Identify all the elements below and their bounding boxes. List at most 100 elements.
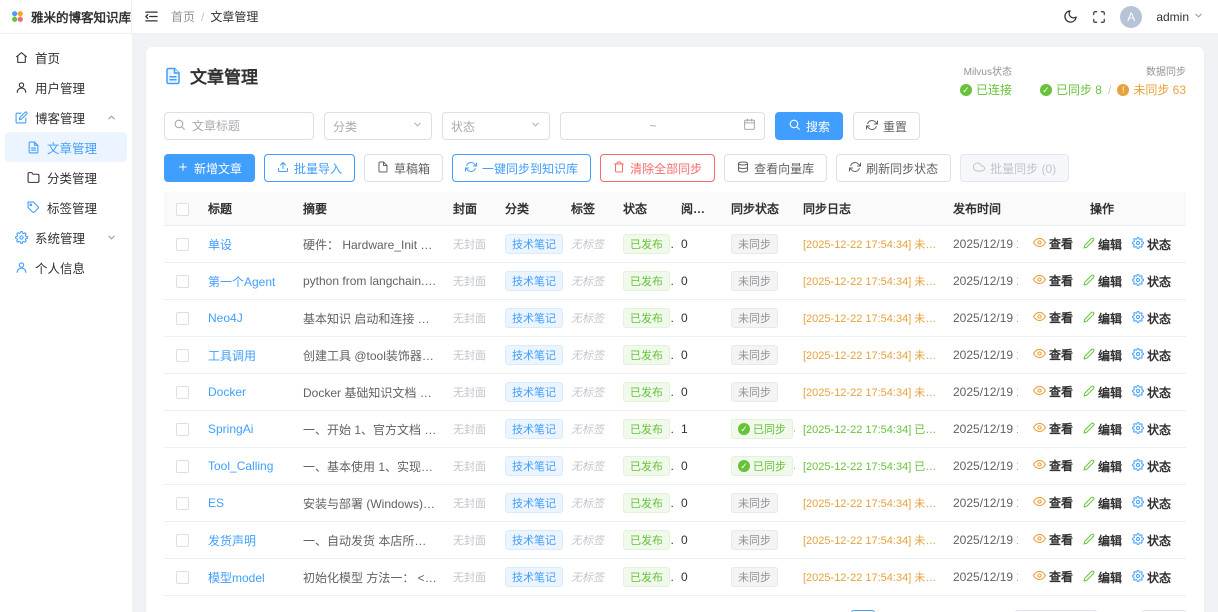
row-checkbox[interactable] bbox=[176, 423, 189, 436]
status-badge: 已发布 bbox=[623, 234, 670, 254]
row-checkbox[interactable] bbox=[176, 349, 189, 362]
read-count: 0 bbox=[673, 522, 723, 559]
drafts-button[interactable]: 草稿箱 bbox=[364, 154, 443, 182]
view-button[interactable]: 查看 bbox=[1033, 346, 1073, 363]
reset-button[interactable]: 重置 bbox=[853, 112, 920, 140]
dark-mode-toggle-icon[interactable] bbox=[1063, 9, 1078, 24]
article-title-link[interactable]: 工具调用 bbox=[208, 349, 256, 363]
edit-button[interactable]: 编辑 bbox=[1083, 347, 1122, 364]
date-range-picker[interactable]: ~ bbox=[560, 112, 765, 140]
sidebar-item-tag-mgmt[interactable]: 标签管理 bbox=[5, 192, 127, 222]
row-checkbox[interactable] bbox=[176, 460, 189, 473]
sync-log: [2025-12-22 17:54:34] 未同步 bbox=[795, 337, 945, 374]
user-menu[interactable]: admin bbox=[1156, 10, 1204, 24]
edit-icon bbox=[1083, 311, 1095, 326]
edit-button[interactable]: 编辑 bbox=[1083, 532, 1122, 549]
sidebar-item-blog-mgmt[interactable]: 博客管理 bbox=[5, 102, 127, 132]
add-article-label: 新增文章 bbox=[194, 160, 242, 177]
edit-button[interactable]: 编辑 bbox=[1083, 236, 1122, 253]
clear-sync-button[interactable]: 清除全部同步 bbox=[600, 154, 715, 182]
view-button[interactable]: 查看 bbox=[1033, 383, 1073, 400]
sidebar-item-category-mgmt[interactable]: 分类管理 bbox=[5, 162, 127, 192]
title-search-input[interactable] bbox=[192, 119, 305, 133]
edit-button[interactable]: 编辑 bbox=[1083, 569, 1122, 586]
app-title: 雅米的博客知识库 bbox=[31, 7, 131, 26]
status-button[interactable]: 状态 bbox=[1132, 569, 1171, 586]
view-button[interactable]: 查看 bbox=[1033, 420, 1073, 437]
row-checkbox[interactable] bbox=[176, 497, 189, 510]
row-checkbox[interactable] bbox=[176, 534, 189, 547]
status-button[interactable]: 状态 bbox=[1132, 458, 1171, 475]
select-all-checkbox[interactable] bbox=[176, 203, 189, 216]
row-checkbox[interactable] bbox=[176, 386, 189, 399]
sync-status-badge: 未同步 bbox=[731, 530, 778, 550]
edit-button[interactable]: 编辑 bbox=[1083, 273, 1122, 290]
status-button[interactable]: 状态 bbox=[1132, 310, 1171, 327]
gear-icon bbox=[15, 231, 28, 244]
title-search-field[interactable] bbox=[164, 112, 314, 140]
article-cover: 无封面 bbox=[445, 337, 497, 374]
sync-log: [2025-12-22 17:54:34] 未同步 bbox=[795, 300, 945, 337]
view-button[interactable]: 查看 bbox=[1033, 568, 1073, 585]
refresh-sync-button[interactable]: 刷新同步状态 bbox=[836, 154, 951, 182]
synced-count: 已同步 8 bbox=[1056, 81, 1102, 98]
view-button[interactable]: 查看 bbox=[1033, 309, 1073, 326]
edit-button[interactable]: 编辑 bbox=[1083, 310, 1122, 327]
article-title-link[interactable]: 单设 bbox=[208, 238, 232, 252]
row-checkbox[interactable] bbox=[176, 312, 189, 325]
article-title-link[interactable]: Tool_Calling bbox=[208, 459, 273, 473]
view-button[interactable]: 查看 bbox=[1033, 494, 1073, 511]
fullscreen-icon[interactable] bbox=[1092, 10, 1106, 24]
article-row: SpringAi一、开始 1、官方文档 https...无封面技术笔记无标签已发… bbox=[164, 411, 1186, 448]
search-button[interactable]: 搜索 bbox=[775, 112, 843, 140]
sidebar-item-home[interactable]: 首页 bbox=[5, 42, 127, 72]
status-button[interactable]: 状态 bbox=[1132, 347, 1171, 364]
read-count: 0 bbox=[673, 374, 723, 411]
article-title-link[interactable]: ES bbox=[208, 496, 224, 510]
edit-button[interactable]: 编辑 bbox=[1083, 421, 1122, 438]
status-button[interactable]: 状态 bbox=[1132, 532, 1171, 549]
row-checkbox[interactable] bbox=[176, 238, 189, 251]
article-title-link[interactable]: SpringAi bbox=[208, 422, 253, 436]
sidebar-item-user-mgmt[interactable]: 用户管理 bbox=[5, 72, 127, 102]
edit-button[interactable]: 编辑 bbox=[1083, 384, 1122, 401]
article-title-link[interactable]: 第一个Agent bbox=[208, 275, 275, 289]
edit-button[interactable]: 编辑 bbox=[1083, 495, 1122, 512]
calendar-icon bbox=[743, 118, 756, 134]
article-title-link[interactable]: 发货声明 bbox=[208, 534, 256, 548]
row-checkbox[interactable] bbox=[176, 275, 189, 288]
sidebar-item-system-mgmt[interactable]: 系统管理 bbox=[5, 222, 127, 252]
view-button[interactable]: 查看 bbox=[1033, 531, 1073, 548]
sync-status-badge: 未同步 bbox=[731, 234, 778, 254]
status-button[interactable]: 状态 bbox=[1132, 236, 1171, 253]
category-select[interactable]: 分类 bbox=[324, 112, 432, 140]
breadcrumb-home[interactable]: 首页 bbox=[171, 8, 195, 25]
status-select[interactable]: 状态 bbox=[442, 112, 550, 140]
status-button[interactable]: 状态 bbox=[1132, 384, 1171, 401]
article-tags: 无标签 bbox=[563, 485, 615, 522]
add-article-button[interactable]: 新增文章 bbox=[164, 154, 255, 182]
row-checkbox[interactable] bbox=[176, 571, 189, 584]
article-table-container[interactable]: 标题摘要封面分类标签状态阅读量同步状态同步日志发布时间创建时间操作 单设硬件： … bbox=[164, 192, 1186, 596]
edit-button[interactable]: 编辑 bbox=[1083, 458, 1122, 475]
status-button[interactable]: 状态 bbox=[1132, 421, 1171, 438]
sync-all-button[interactable]: 一键同步到知识库 bbox=[452, 154, 591, 182]
article-tags: 无标签 bbox=[563, 411, 615, 448]
search-icon bbox=[788, 118, 801, 134]
article-title-link[interactable]: Neo4J bbox=[208, 311, 243, 325]
batch-import-button[interactable]: 批量导入 bbox=[264, 154, 355, 182]
view-button[interactable]: 查看 bbox=[1033, 457, 1073, 474]
view-vector-button[interactable]: 查看向量库 bbox=[724, 154, 827, 182]
avatar[interactable]: A bbox=[1120, 6, 1142, 28]
sidebar-collapse-icon[interactable] bbox=[144, 9, 159, 24]
view-button[interactable]: 查看 bbox=[1033, 272, 1073, 289]
status-button[interactable]: 状态 bbox=[1132, 495, 1171, 512]
page-title-icon bbox=[164, 67, 182, 85]
status-badge: 已发布 bbox=[623, 271, 670, 291]
status-button[interactable]: 状态 bbox=[1132, 273, 1171, 290]
sidebar-item-article-mgmt[interactable]: 文章管理 bbox=[5, 132, 127, 162]
view-button[interactable]: 查看 bbox=[1033, 235, 1073, 252]
article-title-link[interactable]: 模型model bbox=[208, 571, 265, 585]
article-title-link[interactable]: Docker bbox=[208, 385, 246, 399]
sidebar-item-profile[interactable]: 个人信息 bbox=[5, 252, 127, 282]
